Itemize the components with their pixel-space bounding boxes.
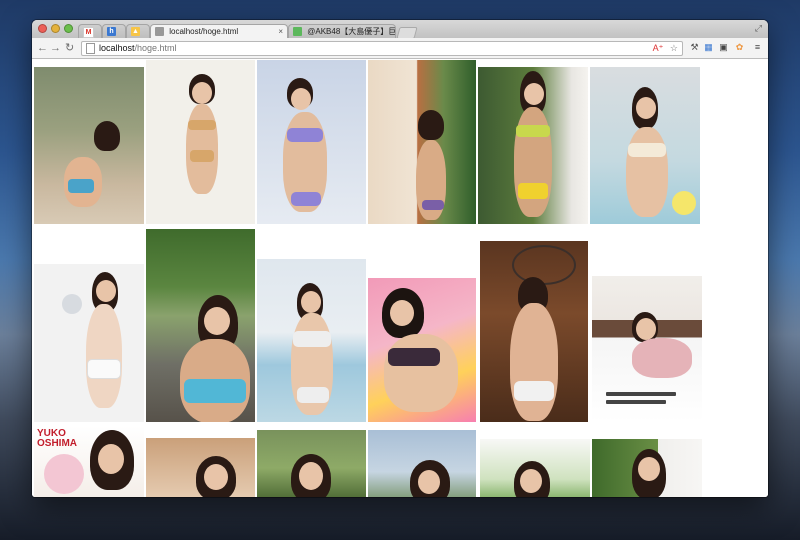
reload-icon[interactable]: ↻ (65, 41, 74, 55)
photo-1-3[interactable] (257, 60, 366, 224)
tab-bookmark[interactable]: h (102, 24, 126, 39)
browser-window: M h ▲ localhost/hoge.html × @AKB48【大島優子】… (32, 20, 768, 497)
maximize-window-icon[interactable] (64, 24, 73, 33)
photo-2-1[interactable] (34, 264, 144, 422)
back-arrow-icon[interactable]: ← (37, 41, 48, 55)
extension-chart-icon[interactable]: ▦ (703, 42, 714, 53)
close-window-icon[interactable] (38, 24, 47, 33)
menu-icon[interactable]: ≡ (752, 42, 763, 53)
caption-yuko-oshima: YUKO OSHIMA (37, 428, 77, 449)
gmail-icon: M (83, 27, 94, 38)
tab-title: localhost/hoge.html (169, 27, 239, 36)
photo-1-1[interactable] (34, 67, 144, 224)
translate-icon[interactable]: A⁺ (653, 43, 664, 53)
photo-1-2[interactable] (146, 60, 255, 224)
photo-2-2[interactable] (146, 229, 255, 422)
photo-3-6[interactable] (592, 439, 702, 497)
tab-gmail[interactable]: M (78, 24, 102, 39)
fullscreen-icon[interactable]: ⤢ (755, 23, 762, 34)
media-icon (293, 27, 302, 36)
photo-2-5[interactable] (480, 241, 588, 422)
photo-1-5[interactable] (478, 67, 588, 224)
photo-2-6[interactable] (592, 276, 702, 422)
photo-1-4[interactable] (368, 60, 476, 224)
photo-2-3[interactable] (257, 259, 366, 422)
page-icon (86, 43, 95, 54)
page-icon (155, 27, 164, 36)
bookmark-icon: h (107, 27, 116, 36)
tab-drive[interactable]: ▲ (126, 24, 150, 39)
extension-color-icon[interactable]: ✿ (734, 42, 745, 53)
drive-icon: ▲ (131, 27, 140, 36)
url-path: /hoge.html (134, 43, 177, 53)
photo-3-2[interactable] (146, 438, 255, 497)
tab-title: @AKB48【大島優子】巨乳 | 中 (307, 27, 396, 36)
url-host: localhost (99, 43, 135, 53)
bookmark-star-icon[interactable]: ☆ (670, 43, 678, 53)
photo-2-4[interactable] (368, 278, 476, 422)
extension-page-icon[interactable]: ▣ (718, 42, 729, 53)
extension-tool-icon[interactable]: ⚒ (689, 42, 700, 53)
browser-toolbar: ← → ↻ localhost/hoge.html A⁺ ☆ ⚒ ▦ ▣ ✿ ≡ (32, 38, 768, 59)
photo-3-5[interactable] (480, 439, 590, 497)
address-bar[interactable]: localhost/hoge.html A⁺ ☆ (81, 41, 683, 56)
tab-strip: M h ▲ localhost/hoge.html × @AKB48【大島優子】… (32, 20, 768, 39)
photo-3-1[interactable]: YUKO OSHIMA (34, 426, 144, 497)
gallery: YUKO OSHIMA (32, 59, 768, 497)
tab-akb48[interactable]: @AKB48【大島優子】巨乳 | 中 (288, 24, 396, 39)
photo-3-4[interactable] (368, 430, 476, 497)
photo-3-3[interactable] (257, 430, 366, 497)
photo-1-6[interactable] (590, 67, 700, 224)
minimize-window-icon[interactable] (51, 24, 60, 33)
forward-arrow-icon[interactable]: → (50, 41, 61, 55)
tab-hoge[interactable]: localhost/hoge.html × (150, 24, 288, 39)
close-tab-icon[interactable]: × (278, 25, 283, 38)
